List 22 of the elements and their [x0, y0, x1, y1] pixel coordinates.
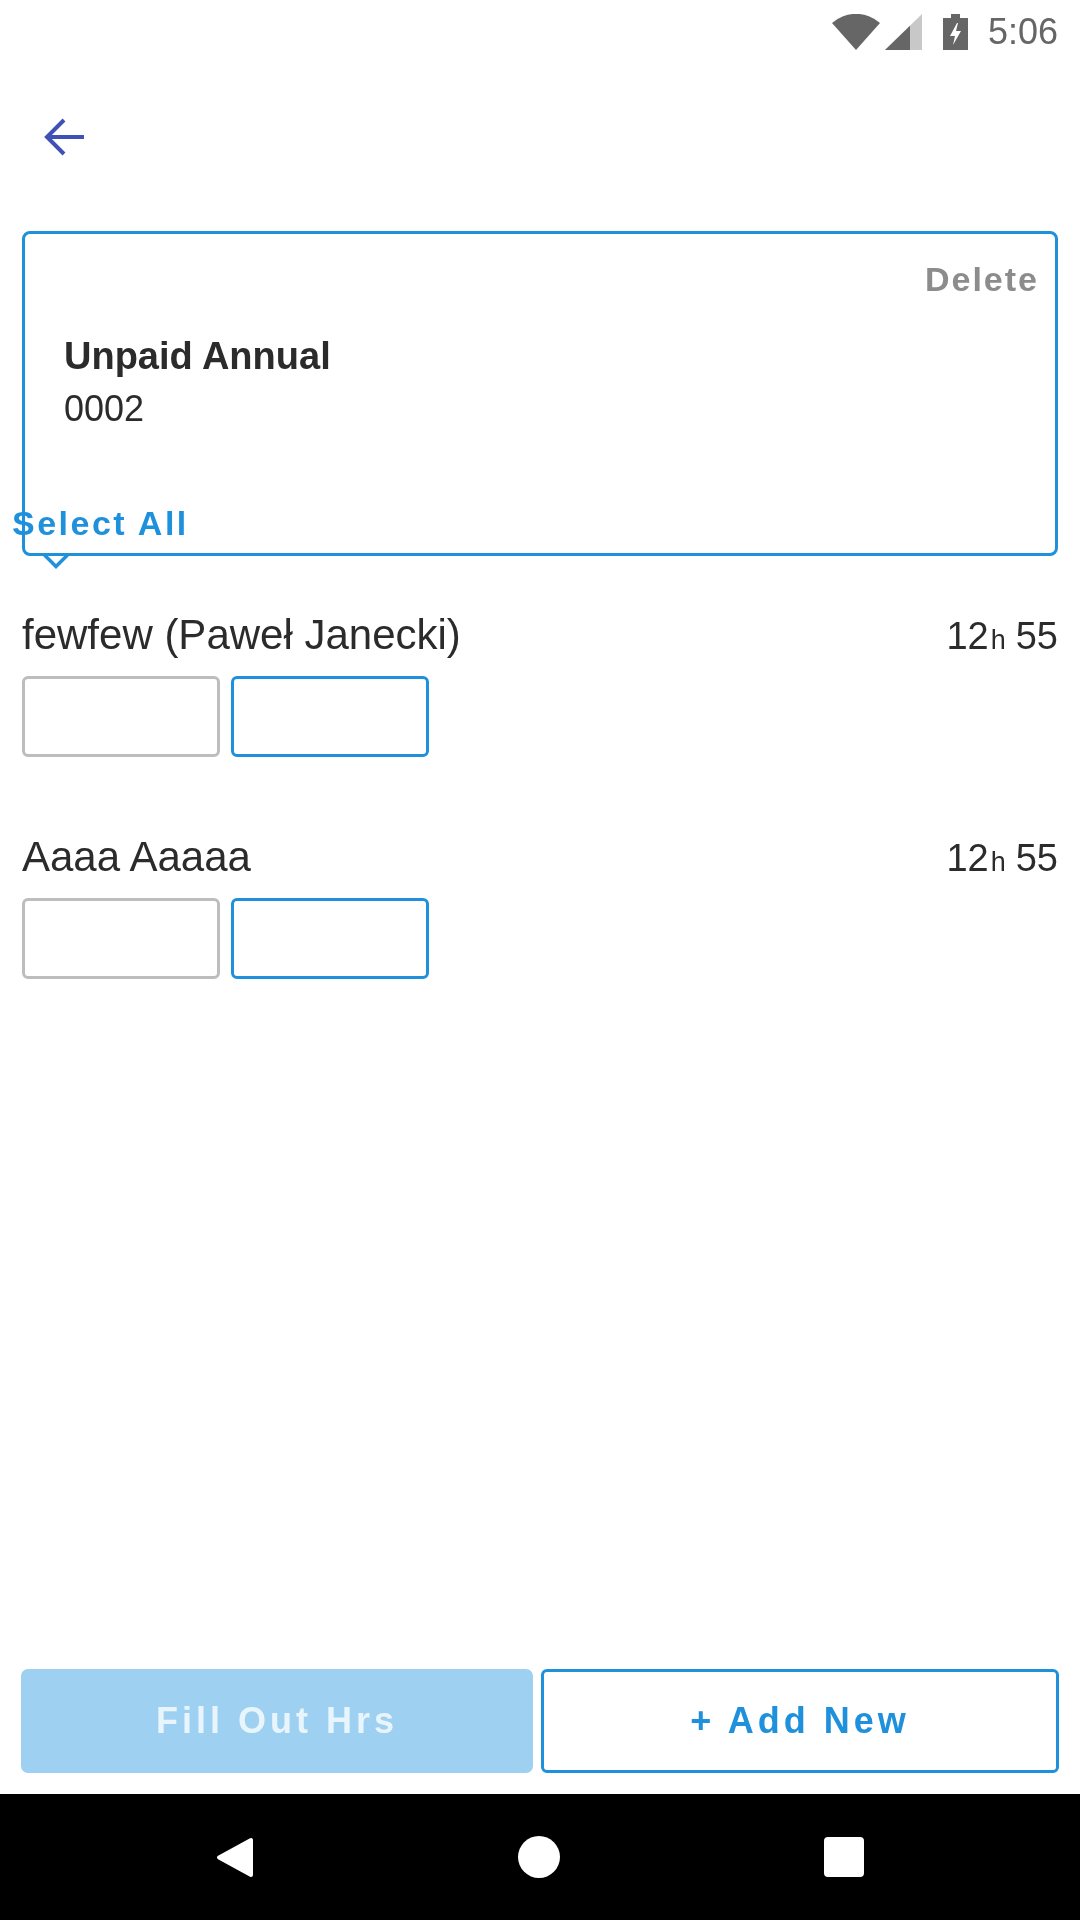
minutes-value: 55 — [1015, 836, 1058, 881]
status-time: 5:06 — [987, 9, 1058, 54]
minutes-value: 55 — [1015, 614, 1058, 659]
delete-button[interactable]: Delete — [924, 257, 1039, 301]
hours-unit: h — [990, 624, 1006, 657]
wifi-icon — [831, 13, 880, 50]
card-title: Unpaid Annual — [64, 334, 331, 379]
card-code: 0002 — [64, 387, 145, 431]
input-field[interactable] — [231, 898, 429, 979]
back-nav-icon[interactable] — [216, 1836, 254, 1878]
battery-charging-icon — [942, 13, 968, 50]
signal-icon — [884, 13, 922, 50]
hours-value: 12 — [946, 614, 989, 659]
hours-value: 12 — [946, 836, 989, 881]
input-field[interactable] — [231, 676, 429, 757]
home-nav-icon[interactable] — [518, 1836, 560, 1878]
entry-name: Aaaa Aaaaa — [22, 832, 251, 882]
hours-unit: h — [990, 846, 1006, 879]
input-field[interactable] — [22, 898, 220, 979]
action-button[interactable]: + Add New — [541, 1669, 1059, 1773]
input-field[interactable] — [22, 676, 220, 757]
entry-name: fewfew (Paweł Janecki) — [22, 610, 461, 660]
